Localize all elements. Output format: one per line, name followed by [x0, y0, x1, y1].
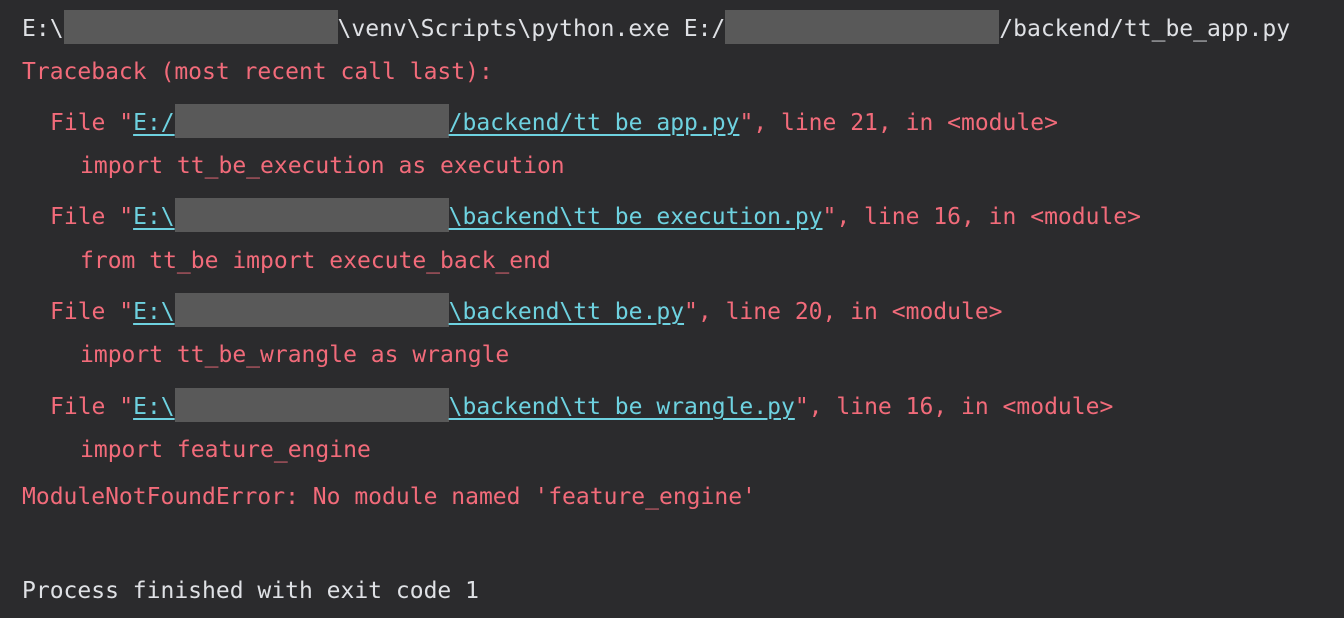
run-console-output: E:\ \venv\Scripts\python.exe E:/ /backend/…: [0, 0, 1344, 618]
traceback-frame-code: from tt_be import execute_back_end: [80, 248, 551, 274]
redacted-path: [174, 198, 449, 232]
redacted-path: [174, 388, 449, 422]
file-link[interactable]: E:\ \backend\tt_be_wrangle.py: [133, 388, 795, 422]
traceback-frame-file: File "E:\ \backend\tt_be_execution.py", l…: [22, 198, 1141, 232]
redacted-path: [174, 293, 449, 327]
command-prefix: E:\: [22, 16, 64, 42]
traceback-frame-file: File "E:\ \backend\tt_be.py", line 20, in…: [22, 293, 1003, 327]
traceback-header: Traceback (most recent call last):: [22, 59, 493, 85]
file-link[interactable]: E:\ \backend\tt_be_execution.py: [133, 198, 823, 232]
exit-message: Process finished with exit code 1: [22, 578, 479, 604]
traceback-frame-code: import feature_engine: [80, 437, 371, 463]
traceback-frame-file: File "E://backend/tt_be_app.py", line 21…: [22, 104, 1058, 138]
traceback-frame-code: import tt_be_wrangle as wrangle: [80, 342, 510, 368]
redacted-path: [174, 104, 449, 138]
traceback-frame-code: import tt_be_execution as execution: [80, 153, 565, 179]
error-message: ModuleNotFoundError: No module named 'fe…: [22, 484, 756, 510]
redacted-path: [63, 10, 338, 44]
command-line: E:\ \venv\Scripts\python.exe E:/ /backend/…: [22, 10, 1291, 44]
command-suffix: /backend/tt_be_app.py: [999, 16, 1291, 42]
file-link[interactable]: E:\ \backend\tt_be.py: [133, 293, 684, 327]
redacted-path: [725, 10, 1000, 44]
traceback-frame-file: File "E:\ \backend\tt_be_wrangle.py", lin…: [22, 388, 1113, 422]
file-link[interactable]: E://backend/tt_be_app.py: [133, 104, 739, 138]
command-middle: \venv\Scripts\python.exe E:/: [337, 16, 726, 42]
